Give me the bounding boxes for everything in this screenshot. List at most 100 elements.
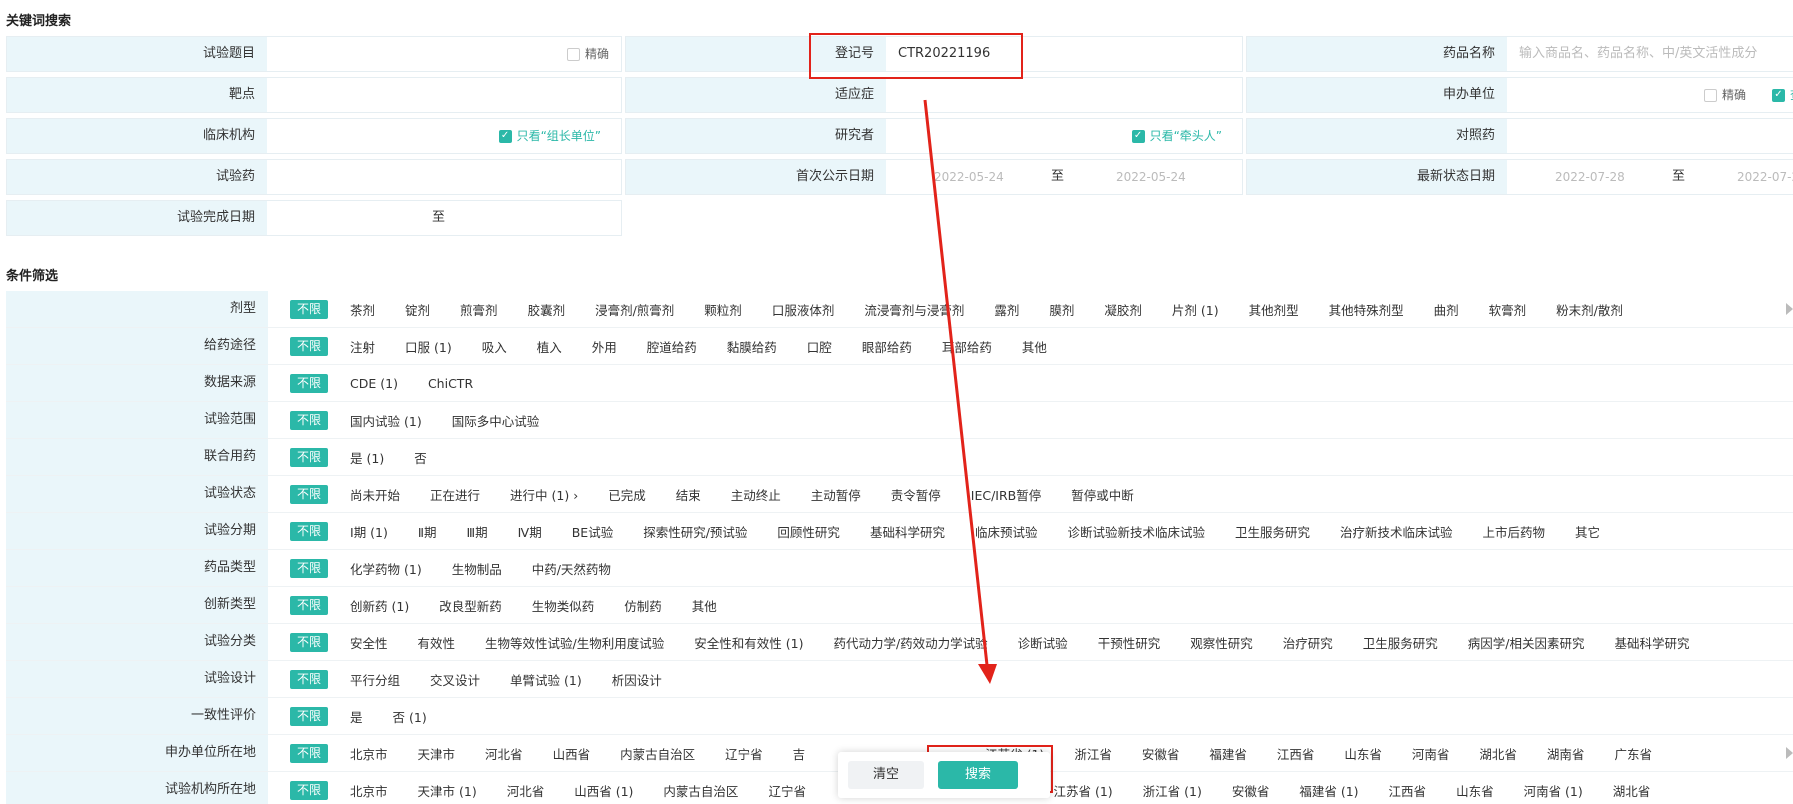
filter-option[interactable]: 广东省 [1614,744,1652,763]
filter-option[interactable]: 浙江省 [1074,744,1112,763]
filter-option[interactable]: 生物制品 [452,559,502,578]
filter-option[interactable]: 药代动力学/药效动力学试验 [833,633,987,652]
filter-option[interactable]: 河南省 [1412,744,1450,763]
filter-option[interactable]: Ⅳ期 [518,522,542,541]
filter-option[interactable]: ChiCTR [428,376,473,391]
scroll-right-icon[interactable] [1786,303,1793,315]
unlimited-tag[interactable]: 不限 [290,743,329,763]
filter-option[interactable]: 山东省 [1344,744,1382,763]
trial-title-input[interactable]: 精确 [267,37,621,71]
filter-option[interactable]: 改良型新药 [439,596,502,615]
filter-option[interactable]: 河南省 (1) [1524,781,1583,800]
filter-option[interactable]: 注射 [350,337,375,356]
filter-option[interactable]: 化学药物 (1) [350,559,422,578]
latest-status-date-range[interactable]: 2022-07-28 至 2022-07-2 [1507,160,1793,194]
filter-option[interactable]: 卫生服务研究 [1363,633,1438,652]
filter-option[interactable]: 上市后药物 [1483,522,1546,541]
filter-option[interactable]: 仿制药 [624,596,662,615]
filter-option[interactable]: 茶剂 [350,300,375,319]
filter-option[interactable]: 口服液体剂 [772,300,835,319]
filter-option[interactable]: 国内试验 (1) [350,411,422,430]
filter-option[interactable]: 中药/天然药物 [532,559,611,578]
filter-option[interactable]: 临床预试验 [975,522,1038,541]
filter-option[interactable]: 湖北省 [1479,744,1517,763]
drug-name-input[interactable]: 输入商品名、药品名称、中/英文活性成分 [1507,37,1793,71]
filter-option[interactable]: 否 (1) [393,707,427,726]
filter-option[interactable]: 暂停或中断 [1071,485,1134,504]
filter-option[interactable]: 安全性和有效性 (1) [694,633,803,652]
filter-option[interactable]: 外用 [592,337,617,356]
unlimited-tag[interactable]: 不限 [290,632,329,652]
filter-option[interactable]: 口腔 [807,337,832,356]
unlimited-tag[interactable]: 不限 [290,669,329,689]
filter-option[interactable]: 其他 [1022,337,1047,356]
filter-option[interactable]: 山西省 [553,744,591,763]
filter-option[interactable]: 辽宁省 [768,781,806,800]
test-drug-input[interactable] [267,160,621,194]
filter-option[interactable]: 天津市 [418,744,456,763]
filter-option[interactable]: 江苏省 (1) [1053,781,1112,800]
filter-option[interactable]: 山东省 [1456,781,1494,800]
filter-option[interactable]: 治疗研究 [1283,633,1333,652]
unlimited-tag[interactable]: 不限 [290,484,329,504]
filter-option[interactable]: IEC/IRB暂停 [971,485,1041,504]
date-to[interactable]: 2022-07-2 [1737,160,1793,194]
filter-option[interactable]: 基础科学研究 [1614,633,1689,652]
filter-option[interactable]: 卫生服务研究 [1235,522,1310,541]
filter-option[interactable]: 江西省 [1277,744,1315,763]
filter-option[interactable]: 山西省 (1) [574,781,633,800]
filter-option[interactable]: 内蒙古自治区 [620,744,695,763]
filter-option[interactable]: 交叉设计 [430,670,480,689]
filter-option[interactable]: 诊断试验新技术临床试验 [1067,522,1205,541]
filter-option[interactable]: 膜剂 [1049,300,1074,319]
filter-option[interactable]: 胶囊剂 [528,300,566,319]
filter-option[interactable]: 生物类似药 [532,596,595,615]
filter-option[interactable]: 病因学/相关因素研究 [1468,633,1585,652]
filter-option[interactable]: 吉 [793,744,806,763]
filter-option[interactable]: 治疗新技术临床试验 [1340,522,1453,541]
filter-option[interactable]: 结束 [676,485,701,504]
filter-option[interactable]: 回顾性研究 [777,522,840,541]
target-input[interactable] [267,78,621,112]
filter-option[interactable]: 观察性研究 [1190,633,1253,652]
filter-option[interactable]: 主动终止 [731,485,781,504]
filter-option[interactable]: 基础科学研究 [870,522,945,541]
exact-checkbox[interactable]: 精确 [1704,78,1746,112]
unlimited-tag[interactable]: 不限 [290,706,329,726]
unlimited-tag[interactable]: 不限 [290,558,329,578]
filter-option[interactable]: 腔道给药 [647,337,697,356]
filter-option[interactable]: 探索性研究/预试验 [643,522,747,541]
filter-option[interactable]: 平行分组 [350,670,400,689]
filter-option[interactable]: Ⅱ期 [418,522,437,541]
exact-checkbox[interactable]: 精确 [566,37,609,71]
filter-option[interactable]: 黏膜给药 [727,337,777,356]
sponsor-input[interactable]: 精确 ✓查 [1507,78,1793,112]
filter-option[interactable]: 是 [350,707,363,726]
filter-option[interactable]: 粉末剂/散剂 [1556,300,1623,319]
filter-option[interactable]: 干预性研究 [1098,633,1161,652]
filter-option[interactable]: 国际多中心试验 [452,411,540,430]
filter-option[interactable]: 其他特殊剂型 [1329,300,1404,319]
filter-option[interactable]: 江西省 [1389,781,1427,800]
completion-date-range[interactable]: 至 [267,201,621,235]
indication-input[interactable] [886,78,1242,112]
filter-option[interactable]: 吸入 [482,337,507,356]
filter-option[interactable]: Ⅲ期 [467,522,488,541]
filter-option[interactable]: 是 (1) [350,448,384,467]
unlimited-tag[interactable]: 不限 [290,373,329,393]
filter-option[interactable]: 进行中 (1) › [510,485,578,504]
filter-option[interactable]: 北京市 [350,744,388,763]
filter-option[interactable]: 曲剂 [1434,300,1459,319]
filter-option[interactable]: 河北省 [507,781,545,800]
filter-option[interactable]: 创新药 (1) [350,596,409,615]
first-publish-date-range[interactable]: 2022-05-24 至 2022-05-24 [886,160,1242,194]
filter-option[interactable]: 诊断试验 [1018,633,1068,652]
filter-option[interactable]: 凝胶剂 [1104,300,1142,319]
filter-option[interactable]: 露剂 [994,300,1019,319]
unlimited-tag[interactable]: 不限 [290,336,329,356]
filter-option[interactable]: 生物等效性试验/生物利用度试验 [485,633,664,652]
filter-option[interactable]: 安全性 [350,633,388,652]
filter-option[interactable]: 责令暂停 [891,485,941,504]
filter-option[interactable]: 流浸膏剂与浸膏剂 [864,300,964,319]
filter-option[interactable]: 浙江省 (1) [1143,781,1202,800]
